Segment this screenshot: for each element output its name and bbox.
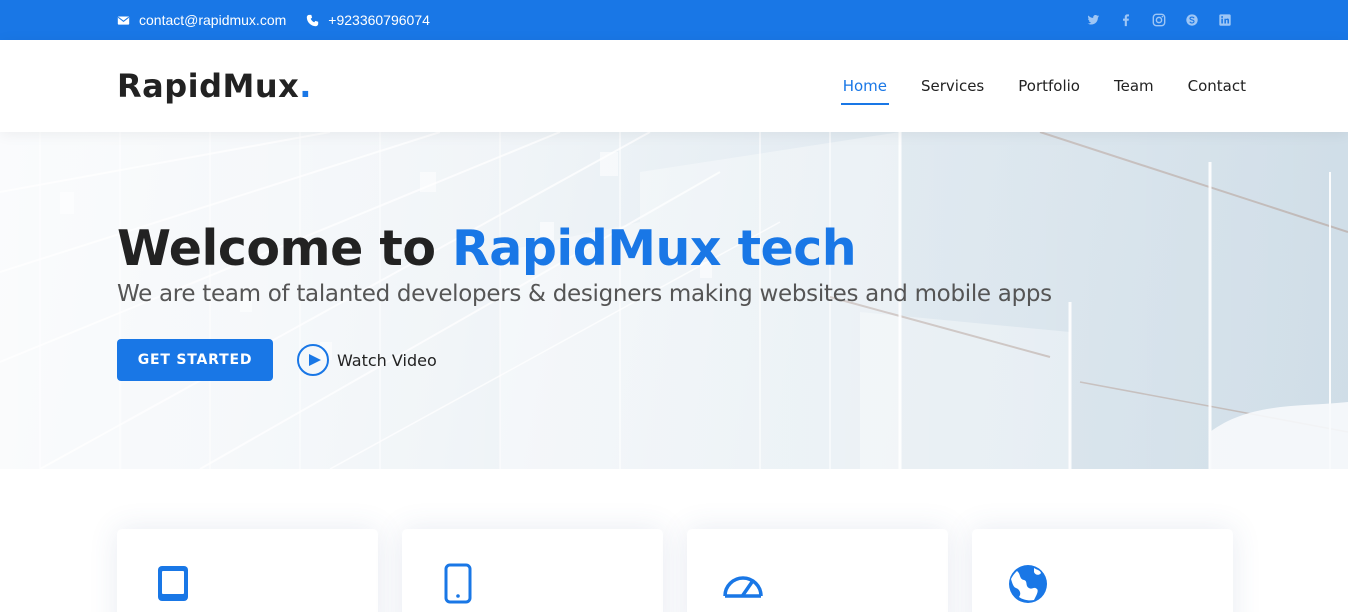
- hero-section: Welcome to RapidMux tech We are team of …: [0, 132, 1348, 469]
- mobile-phone-icon: [436, 561, 480, 605]
- service-card[interactable]: [972, 529, 1233, 612]
- watch-video-link[interactable]: Watch Video: [297, 344, 437, 376]
- hero-title-prefix: Welcome to: [117, 220, 453, 277]
- instagram-icon: [1152, 13, 1166, 27]
- twitter-link[interactable]: [1085, 12, 1101, 28]
- twitter-icon: [1087, 15, 1100, 25]
- phone-contact[interactable]: +923360796074: [306, 12, 430, 28]
- watch-video-label: Watch Video: [337, 350, 437, 370]
- hero-subtitle: We are team of talanted developers & des…: [117, 281, 1052, 307]
- hero-title-accent: RapidMux tech: [452, 220, 857, 277]
- site-header: RapidMux. Home Services Portfolio Team C…: [0, 40, 1348, 132]
- social-links: [1068, 0, 1233, 40]
- nav-services[interactable]: Services: [921, 71, 984, 101]
- skype-link[interactable]: [1184, 12, 1200, 28]
- facebook-link[interactable]: [1118, 12, 1134, 28]
- phone-icon: [307, 14, 319, 26]
- contact-info: contact@rapidmux.com +923360796074: [117, 0, 450, 40]
- main-nav: Home Services Portfolio Team Contact: [809, 40, 1246, 132]
- get-started-button[interactable]: GET STARTED: [117, 339, 273, 381]
- nav-contact[interactable]: Contact: [1188, 71, 1246, 101]
- play-circle-icon: [297, 344, 329, 376]
- top-bar: contact@rapidmux.com +923360796074: [0, 0, 1348, 40]
- email-text: contact@rapidmux.com: [139, 12, 287, 28]
- logo-dot: .: [299, 67, 312, 105]
- hero-title: Welcome to RapidMux tech: [117, 220, 857, 277]
- nav-team[interactable]: Team: [1114, 71, 1154, 101]
- tablet-icon: [151, 561, 195, 605]
- nav-portfolio[interactable]: Portfolio: [1018, 71, 1080, 101]
- facebook-icon: [1123, 14, 1129, 27]
- linkedin-link[interactable]: [1217, 12, 1233, 28]
- globe-icon: [1006, 561, 1050, 605]
- phone-text: +923360796074: [328, 12, 430, 28]
- envelope-icon: [117, 15, 130, 25]
- logo-text: RapidMux: [117, 67, 300, 105]
- speedometer-icon: [721, 561, 765, 605]
- service-card[interactable]: [687, 529, 948, 612]
- linkedin-icon: [1219, 14, 1231, 26]
- services-section: [0, 469, 1348, 612]
- nav-home[interactable]: Home: [840, 71, 890, 105]
- service-card[interactable]: [117, 529, 378, 612]
- site-logo[interactable]: RapidMux.: [117, 67, 312, 105]
- email-contact[interactable]: contact@rapidmux.com: [117, 12, 286, 28]
- instagram-link[interactable]: [1151, 12, 1167, 28]
- service-card[interactable]: [402, 529, 663, 612]
- skype-icon: [1186, 14, 1198, 26]
